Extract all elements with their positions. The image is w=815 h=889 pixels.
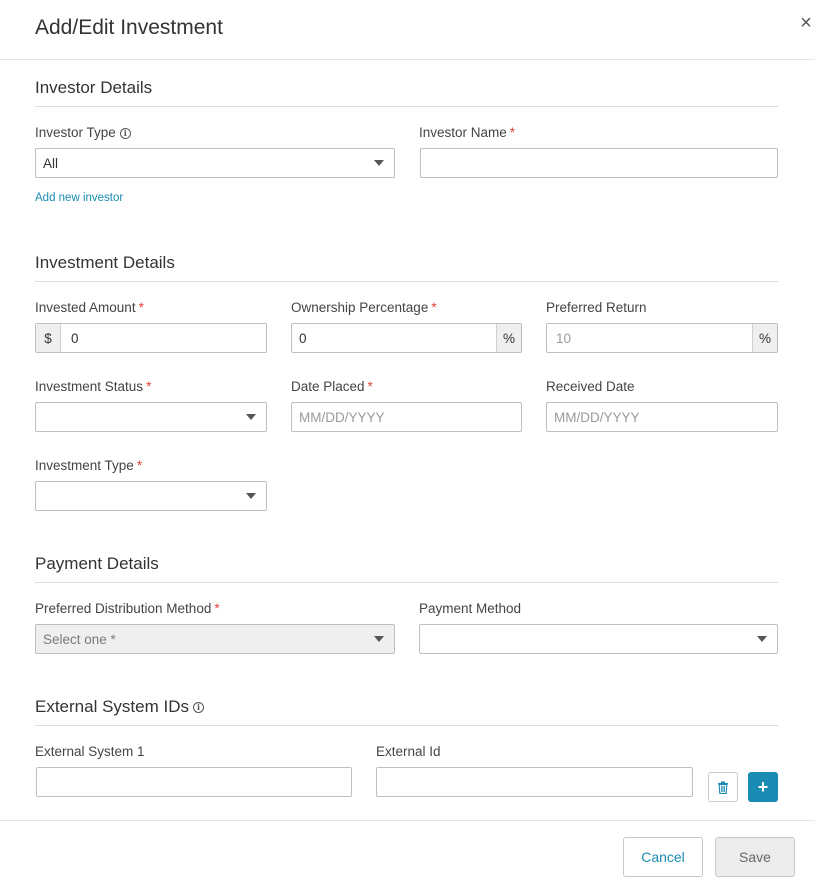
- required-marker: *: [136, 458, 143, 473]
- chevron-down-icon: [246, 493, 256, 499]
- investment-type-select[interactable]: [35, 481, 267, 511]
- date-placed-input[interactable]: MM/DD/YYYY: [291, 402, 522, 432]
- investor-type-select[interactable]: All: [35, 148, 395, 178]
- section-divider: [35, 281, 778, 282]
- section-title-investor-details: Investor Details: [35, 78, 153, 97]
- required-marker: *: [431, 300, 437, 315]
- chevron-down-icon: [757, 636, 767, 642]
- investment-type-label: Investment Type *: [35, 458, 143, 473]
- section-divider: [35, 106, 778, 107]
- payment-method-label: Payment Method: [419, 601, 522, 616]
- invested-amount-label: Invested Amount *: [35, 300, 144, 315]
- add-new-investor-link[interactable]: Add new investor: [35, 192, 123, 204]
- external-id-input[interactable]: [376, 767, 693, 797]
- trash-icon: [718, 781, 728, 794]
- received-date-label: Received Date: [546, 379, 635, 394]
- external-system-input[interactable]: [36, 767, 352, 797]
- section-title-payment-details: Payment Details: [35, 554, 159, 573]
- ownership-percentage-value: 0: [299, 330, 307, 346]
- percent-suffix: %: [752, 324, 777, 352]
- modal-title: Add/Edit Investment: [35, 16, 223, 39]
- date-placed-placeholder: MM/DD/YYYY: [299, 409, 385, 425]
- received-date-input[interactable]: MM/DD/YYYY: [546, 402, 778, 432]
- investor-type-label: Investor Type i: [35, 125, 131, 140]
- chevron-down-icon: [374, 160, 384, 166]
- received-date-placeholder: MM/DD/YYYY: [554, 409, 640, 425]
- external-system-label: External System 1: [35, 744, 145, 759]
- preferred-return-label: Preferred Return: [546, 300, 647, 315]
- preferred-distribution-method-label: Preferred Distribution Method *: [35, 601, 220, 616]
- investor-type-value: All: [43, 155, 59, 171]
- investor-name-label: Investor Name *: [419, 125, 516, 140]
- ownership-percentage-input[interactable]: 0 %: [291, 323, 522, 353]
- required-marker: *: [138, 300, 144, 315]
- section-divider: [35, 582, 778, 583]
- percent-suffix: %: [496, 324, 521, 352]
- add-edit-investment-modal: Add/Edit Investment × Investor Details I…: [0, 0, 815, 889]
- payment-method-select[interactable]: [419, 624, 778, 654]
- info-icon[interactable]: i: [119, 128, 131, 139]
- section-divider: [35, 725, 778, 726]
- investment-status-label: Investment Status *: [35, 379, 152, 394]
- currency-prefix: $: [36, 324, 61, 352]
- external-id-label: External Id: [376, 744, 441, 759]
- delete-row-button[interactable]: [708, 772, 738, 802]
- footer-divider: [0, 820, 815, 821]
- save-button[interactable]: Save: [715, 837, 795, 877]
- plus-icon: +: [757, 776, 769, 797]
- required-marker: *: [146, 379, 152, 394]
- required-marker: *: [509, 125, 516, 140]
- preferred-distribution-method-placeholder: Select one *: [43, 631, 116, 647]
- date-placed-label: Date Placed *: [291, 379, 373, 394]
- investor-name-input[interactable]: [420, 148, 778, 178]
- preferred-distribution-method-select[interactable]: Select one *: [35, 624, 395, 654]
- section-title-investment-details: Investment Details: [35, 253, 175, 272]
- cancel-button[interactable]: Cancel: [623, 837, 703, 877]
- info-icon[interactable]: i: [193, 702, 204, 713]
- add-row-button[interactable]: +: [748, 772, 778, 802]
- required-marker: *: [214, 601, 220, 616]
- ownership-percentage-label: Ownership Percentage *: [291, 300, 437, 315]
- preferred-return-placeholder: 10: [556, 330, 572, 346]
- chevron-down-icon: [246, 414, 256, 420]
- modal-header: Add/Edit Investment ×: [0, 0, 815, 60]
- invested-amount-input[interactable]: $ 0: [35, 323, 267, 353]
- preferred-return-input[interactable]: 10 %: [546, 323, 778, 353]
- chevron-down-icon: [374, 636, 384, 642]
- section-title-external-system-ids: External System IDs i: [35, 697, 204, 717]
- close-icon[interactable]: ×: [797, 13, 815, 33]
- investment-status-select[interactable]: [35, 402, 267, 432]
- required-marker: *: [367, 379, 373, 394]
- invested-amount-value: 0: [71, 330, 79, 346]
